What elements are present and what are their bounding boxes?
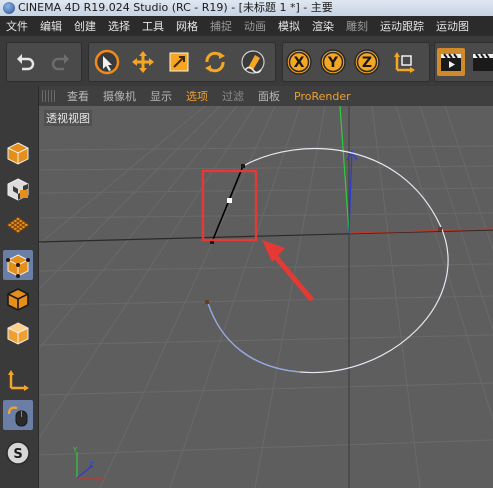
svg-text:X: X xyxy=(294,55,305,71)
y-axis-icon: Y xyxy=(320,49,346,75)
redo-button[interactable] xyxy=(47,48,75,76)
svg-text:Z: Z xyxy=(362,55,372,71)
spline-point-right[interactable] xyxy=(438,227,442,231)
window-titlebar: CINEMA 4D R19.024 Studio (RC - R19) - [未… xyxy=(0,0,493,16)
viewport-menubar: 查看 摄像机 显示 选项 过滤 面板 ProRender xyxy=(38,86,493,106)
polygons-mode-button[interactable] xyxy=(3,318,33,348)
menu-item[interactable]: 雕刻 xyxy=(340,18,374,34)
menu-item[interactable]: 网格 xyxy=(170,18,204,34)
left-mode-sidebar: S xyxy=(0,86,39,488)
viewport-menu-item[interactable]: 面板 xyxy=(251,88,287,104)
spline-pen-button[interactable] xyxy=(239,48,267,76)
transform-tools-group xyxy=(88,42,276,82)
perspective-viewport[interactable]: Y X Z xyxy=(38,106,493,488)
mouse-tweak-icon xyxy=(7,406,28,427)
menu-item[interactable]: 运动跟踪 xyxy=(374,18,430,34)
undo-redo-group xyxy=(6,42,82,82)
workplane-mode-button[interactable] xyxy=(3,210,33,240)
menu-item[interactable]: 编辑 xyxy=(34,18,68,34)
callout-arrowhead xyxy=(262,240,285,262)
svg-text:S: S xyxy=(13,447,22,462)
viewport-label[interactable]: 透视视图 xyxy=(44,110,92,126)
spline-curve-end-segment xyxy=(207,302,301,373)
world-axis-gizmo: Y X Z xyxy=(72,446,103,486)
points-mode-button[interactable] xyxy=(3,250,33,280)
move-tool-button[interactable] xyxy=(129,48,157,76)
menu-item[interactable]: 文件 xyxy=(0,18,34,34)
x-axis-lock-button[interactable]: X xyxy=(285,48,313,76)
rotate-arrows-icon xyxy=(205,51,225,73)
edges-mode-button[interactable] xyxy=(3,284,33,314)
model-mode-button[interactable] xyxy=(3,138,33,168)
checker-cube-icon xyxy=(7,178,29,201)
points-mode-icon xyxy=(6,254,30,278)
world-coordinates-icon xyxy=(394,52,415,73)
window-title: CINEMA 4D R19.024 Studio (RC - R19) - [未… xyxy=(18,1,333,14)
undo-button[interactable] xyxy=(11,48,39,76)
coordinate-system-button[interactable] xyxy=(391,48,419,76)
cube-icon xyxy=(7,142,29,165)
svg-text:Z: Z xyxy=(89,461,94,469)
svg-text:Y: Y xyxy=(72,446,78,454)
axis-mode-button[interactable] xyxy=(3,364,33,394)
render-to-picture-viewer-button[interactable] xyxy=(469,48,493,76)
menu-item[interactable]: 选择 xyxy=(102,18,136,34)
clapperboard-icon xyxy=(473,53,493,71)
viewport-menu-item[interactable]: 过滤 xyxy=(215,88,251,104)
viewport-menu-item[interactable]: 摄像机 xyxy=(96,88,143,104)
polygons-mode-icon xyxy=(7,322,29,345)
rotate-tool-button[interactable] xyxy=(201,48,229,76)
grid-plane-icon xyxy=(6,216,30,234)
viewport-menu-item[interactable]: 选项 xyxy=(179,88,215,104)
floor-grid xyxy=(38,106,493,488)
cinema4d-logo-icon xyxy=(3,2,15,14)
viewport-menu-item[interactable]: 显示 xyxy=(143,88,179,104)
menu-item[interactable]: 渲染 xyxy=(306,18,340,34)
scale-box-icon xyxy=(169,52,189,72)
x-axis-icon: X xyxy=(286,49,312,75)
viewport-menu-item[interactable]: ProRender xyxy=(287,90,358,103)
live-selection-icon xyxy=(94,49,120,75)
spline-point-handle-top[interactable] xyxy=(241,164,245,168)
snapping-button[interactable]: S xyxy=(3,438,33,468)
menu-item[interactable]: 运动图 xyxy=(430,18,475,34)
render-view-button[interactable] xyxy=(437,48,465,76)
main-toolbar: X Y Z xyxy=(0,36,493,87)
menu-item[interactable]: 工具 xyxy=(136,18,170,34)
edges-mode-icon xyxy=(7,288,29,311)
viewport-menu-item[interactable]: 查看 xyxy=(60,88,96,104)
axis-mode-icon xyxy=(8,370,29,391)
panel-grip-handle[interactable] xyxy=(42,90,56,102)
clapperboard-icon xyxy=(441,53,461,71)
pen-spline-icon xyxy=(241,50,265,74)
menu-item[interactable]: 模拟 xyxy=(272,18,306,34)
spline-point-start[interactable] xyxy=(205,300,209,304)
redo-icon xyxy=(51,54,69,71)
z-axis-lock-button[interactable]: Z xyxy=(353,48,381,76)
menu-item[interactable]: 创建 xyxy=(68,18,102,34)
undo-icon xyxy=(17,54,35,71)
spline-point-selected[interactable] xyxy=(227,198,232,203)
live-selection-button[interactable] xyxy=(93,48,121,76)
scale-tool-button[interactable] xyxy=(165,48,193,76)
render-group xyxy=(434,42,493,82)
svg-text:Y: Y xyxy=(327,55,339,71)
axis-lock-group: X Y Z xyxy=(282,42,430,82)
z-axis-icon: Z xyxy=(354,49,380,75)
tangent-handle-line[interactable] xyxy=(211,165,244,243)
menu-item[interactable]: 动画 xyxy=(238,18,272,34)
main-menubar: 文件 编辑 创建 选择 工具 网格 捕捉 动画 模拟 渲染 雕刻 运动跟踪 运动图 xyxy=(0,16,493,36)
svg-text:X: X xyxy=(98,478,103,486)
texture-mode-button[interactable] xyxy=(3,174,33,204)
y-axis-line xyxy=(339,106,350,234)
y-axis-lock-button[interactable]: Y xyxy=(319,48,347,76)
menu-item[interactable]: 捕捉 xyxy=(204,18,238,34)
move-arrows-icon xyxy=(132,51,154,73)
snap-icon: S xyxy=(6,441,30,465)
horizon-axis-line xyxy=(38,229,493,243)
viewport-canvas: Y X Z xyxy=(38,106,493,488)
tweak-mode-button[interactable] xyxy=(3,400,33,430)
